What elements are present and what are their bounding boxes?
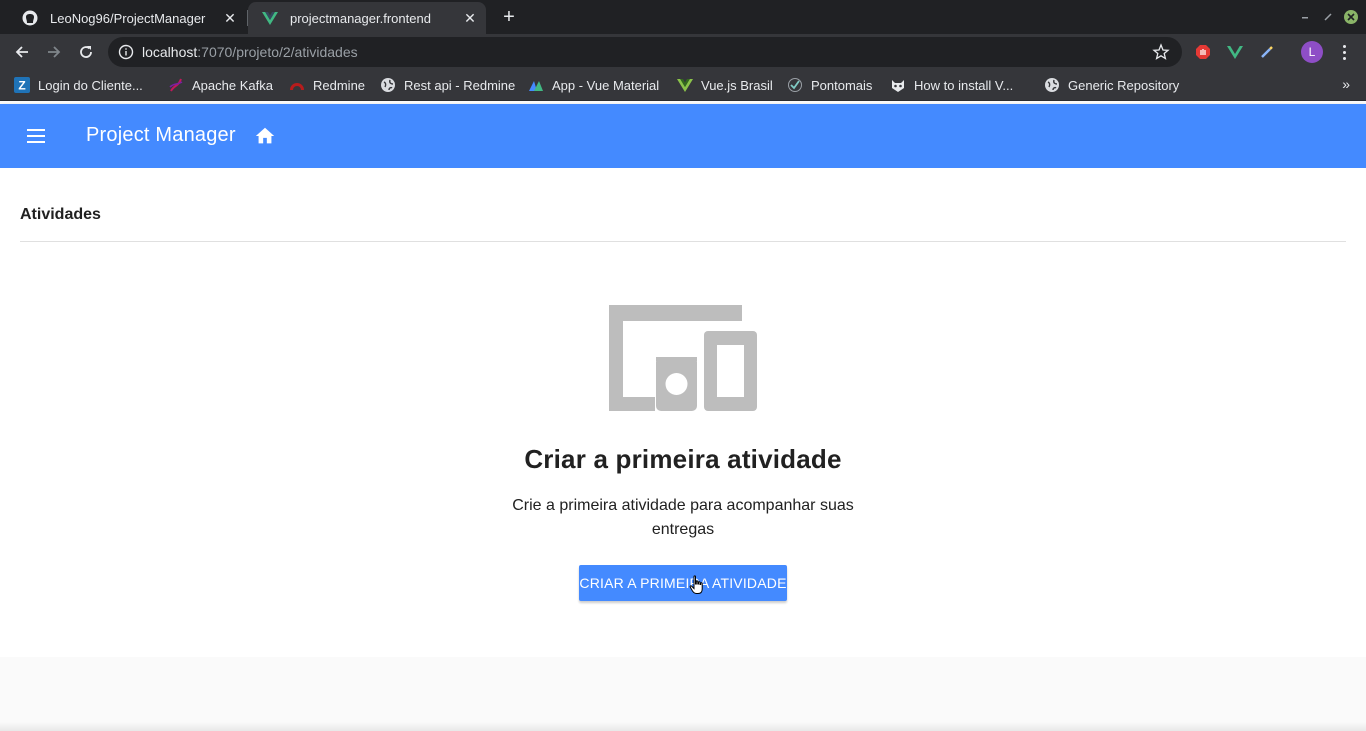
devices-icon [609,305,757,411]
bookmark-star-icon[interactable] [1152,43,1170,61]
color-picker-extension-icon[interactable] [1258,43,1276,61]
bookmark-item[interactable]: Redmine [289,76,365,94]
address-host: localhost [142,44,198,60]
empty-state-title: Criar a primeira atividade [524,444,842,474]
tab-title: LeoNog96/ProjectManager [50,10,206,26]
bookmark-label: Login do Cliente... [38,77,143,93]
profile-avatar[interactable]: L [1301,41,1323,63]
address-bar[interactable]: localhost:7070/projeto/2/atividades [108,37,1182,67]
bookmark-item[interactable]: Generic Repository [1044,76,1179,94]
home-icon[interactable] [254,125,276,147]
address-url: localhost:7070/projeto/2/atividades [142,44,358,60]
site-info-icon[interactable] [118,44,134,60]
close-window-icon[interactable] [1343,9,1359,25]
bookmark-label: Generic Repository [1068,77,1180,93]
vue-devtools-icon[interactable] [1226,43,1244,61]
globe-icon [380,77,396,93]
bookmark-label: Rest api - Redmine [404,77,516,93]
minimize-icon[interactable] [1298,9,1312,25]
bookmark-item[interactable]: Vue.js Brasil [677,76,773,94]
zendesk-icon: Z [14,77,30,93]
bookmark-item[interactable]: Z Login do Cliente... [14,76,143,94]
redmine-icon [289,77,305,93]
vue-material-icon [528,77,544,93]
page-bottom-edge [0,722,1366,731]
bookmark-label: How to install V... [914,77,1014,93]
browser-menu-icon[interactable] [1334,42,1354,62]
bookmark-label: Redmine [313,77,366,93]
browser-toolbar: localhost:7070/projeto/2/atividades L [0,34,1366,70]
bookmark-label: Vue.js Brasil [701,77,773,93]
forward-icon[interactable] [42,40,66,64]
bookmark-item[interactable]: App - Vue Material [528,76,659,94]
bookmark-label: Apache Kafka [192,77,273,93]
browser-tab-strip: LeoNog96/ProjectManager ✕ projectmanager… [0,0,1366,34]
bookmark-label: App - Vue Material [552,77,660,93]
browser-tab-github[interactable]: LeoNog96/ProjectManager ✕ [8,2,246,34]
back-icon[interactable] [10,40,34,64]
menu-icon[interactable] [24,124,48,148]
new-tab-button[interactable]: + [498,6,520,28]
svg-text:Z: Z [18,79,25,93]
github-icon [22,10,38,26]
bookmarks-bar: Z Login do Cliente... Apache Kafka Redmi… [0,70,1366,101]
app-title: Project Manager [86,124,236,146]
close-tab-icon[interactable]: ✕ [460,8,480,28]
globe-icon [1044,77,1060,93]
robot-icon [890,77,906,93]
tab-title: projectmanager.frontend [290,10,431,26]
hand-cursor-icon [689,575,705,595]
close-tab-icon[interactable]: ✕ [220,8,240,28]
vue-icon [677,77,693,93]
kafka-icon [168,77,184,93]
check-icon [787,77,803,93]
vue-icon [262,10,278,26]
bookmark-item[interactable]: Rest api - Redmine [380,76,515,94]
reload-icon[interactable] [74,40,98,64]
section-divider [20,241,1346,242]
bookmark-item[interactable]: Pontomais [787,76,872,94]
activities-card: Atividades Criar a primeira atividade Cr… [0,168,1366,657]
empty-state-description: Crie a primeira atividade para acompanha… [512,497,854,538]
adblock-extension-icon[interactable] [1194,43,1212,61]
create-first-activity-button[interactable]: Criar a primeira atividade [579,565,787,601]
bookmark-label: Pontomais [811,77,873,93]
bookmarks-overflow-icon[interactable]: » [1342,76,1350,92]
bookmark-item[interactable]: Apache Kafka [168,76,273,94]
bookmark-item[interactable]: How to install V... [890,76,1013,94]
restore-icon[interactable] [1321,9,1335,25]
app-toolbar: Project Manager [0,104,1366,168]
section-title: Atividades [20,206,101,223]
address-path: :7070/projeto/2/atividades [197,44,358,60]
browser-tab-projectmanager[interactable]: projectmanager.frontend ✕ [248,2,486,34]
